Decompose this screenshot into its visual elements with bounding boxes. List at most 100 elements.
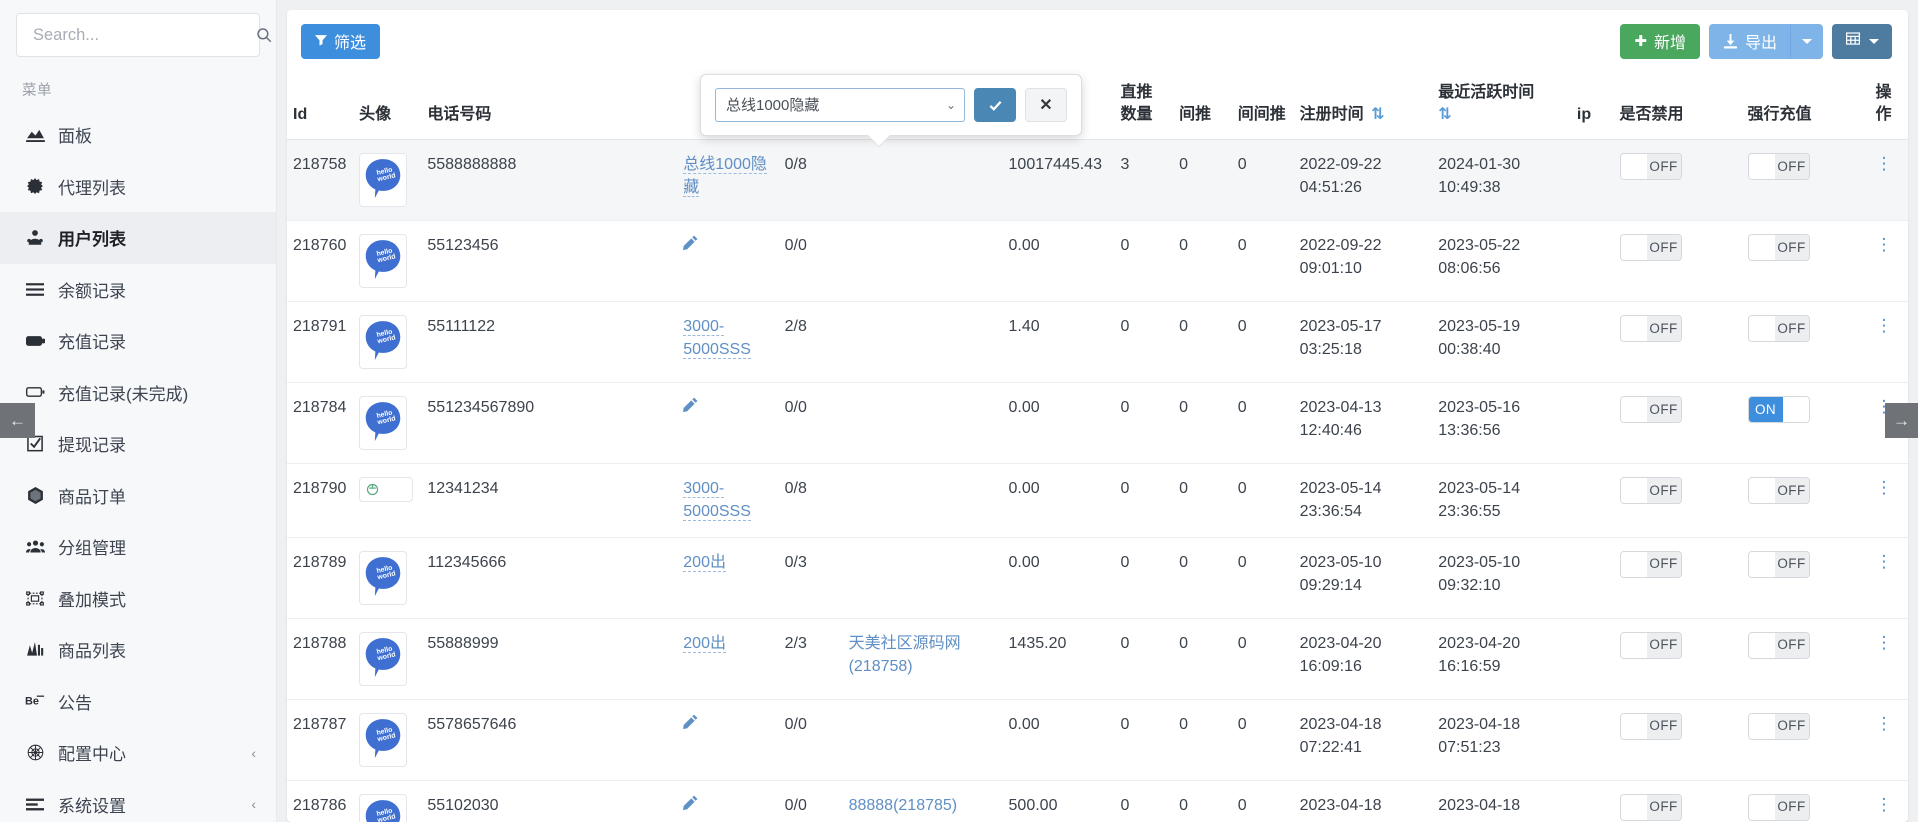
force-recharge-toggle[interactable]: ON bbox=[1747, 396, 1810, 424]
cell-actions[interactable]: ⋮ bbox=[1869, 301, 1908, 384]
cell-parent[interactable] bbox=[842, 463, 1003, 538]
table-row[interactable]: 218790 12341234 3000-5000SSS 0/8 0.00 0 0 0 2023… bbox=[287, 463, 1908, 538]
sidebar-item-11[interactable]: Be 公告 bbox=[0, 676, 276, 728]
ban-toggle[interactable]: OFF bbox=[1619, 712, 1682, 740]
col-id[interactable]: Id bbox=[287, 72, 354, 141]
tag-link[interactable]: 200出 bbox=[683, 553, 726, 572]
filter-button[interactable]: 筛选 bbox=[301, 23, 381, 59]
search-box[interactable] bbox=[16, 13, 272, 57]
sidebar-item-2[interactable]: 用户列表 bbox=[0, 212, 276, 264]
col-active-time[interactable]: 最近活跃时间 ⇅ bbox=[1432, 72, 1571, 141]
sidebar-item-0[interactable]: 面板 bbox=[0, 109, 276, 161]
row-menu-icon[interactable]: ⋮ bbox=[1875, 235, 1892, 254]
col-phone[interactable]: 电话号码 bbox=[421, 72, 560, 141]
ban-toggle[interactable]: OFF bbox=[1619, 631, 1682, 659]
cell-parent[interactable]: 天美社区源码网(218758) bbox=[842, 618, 1003, 700]
cell-parent[interactable] bbox=[842, 301, 1003, 384]
table-row[interactable]: 218786 hello world 55102030 0/0 88888(218785)… bbox=[287, 780, 1908, 822]
panel-expand-button[interactable]: → bbox=[1885, 403, 1918, 438]
add-new-button[interactable]: ✚ 新增 bbox=[1620, 23, 1700, 59]
ban-toggle[interactable]: OFF bbox=[1619, 793, 1682, 821]
sidebar-item-13[interactable]: 系统设置 ‹ bbox=[0, 779, 276, 822]
row-menu-icon[interactable]: ⋮ bbox=[1875, 478, 1892, 497]
row-menu-icon[interactable]: ⋮ bbox=[1875, 154, 1892, 173]
cell-parent[interactable] bbox=[842, 537, 1003, 619]
col-indirect[interactable]: 间推 bbox=[1173, 72, 1232, 141]
sidebar-item-4[interactable]: 充值记录 bbox=[0, 315, 276, 367]
tag-link[interactable]: 总线1000隐藏 bbox=[683, 156, 767, 198]
sidebar-collapse-button[interactable]: ← bbox=[0, 403, 35, 438]
tag-select[interactable]: 总线1000隐藏3000-5000SSS200出 bbox=[715, 88, 965, 122]
export-dropdown-button[interactable] bbox=[1791, 23, 1823, 59]
tag-link[interactable]: 3000-5000SSS bbox=[683, 480, 751, 522]
tag-link[interactable]: 3000-5000SSS bbox=[683, 318, 751, 360]
column-settings-button[interactable] bbox=[1832, 23, 1892, 59]
sidebar-item-1[interactable]: 代理列表 bbox=[0, 161, 276, 213]
ban-toggle[interactable]: OFF bbox=[1619, 153, 1682, 181]
cell-parent[interactable] bbox=[842, 699, 1003, 781]
force-recharge-toggle[interactable]: OFF bbox=[1747, 631, 1810, 659]
table-row[interactable]: 218789 hello world 112345666 200出 0/3 0.00 0 0 0 2… bbox=[287, 537, 1908, 619]
edit-tag-icon[interactable] bbox=[683, 713, 698, 736]
sort-icon[interactable]: ⇅ bbox=[1371, 106, 1384, 123]
force-recharge-toggle[interactable]: OFF bbox=[1747, 712, 1810, 740]
table-scroll-area[interactable]: Id 头像 电话号码 Blance 直推数量 间推 间间推 bbox=[287, 72, 1908, 822]
cell-actions[interactable]: ⋮ bbox=[1869, 699, 1908, 781]
cell-actions[interactable]: ⋮ bbox=[1869, 537, 1908, 619]
force-recharge-toggle[interactable]: OFF bbox=[1747, 315, 1810, 343]
row-menu-icon[interactable]: ⋮ bbox=[1875, 633, 1892, 652]
row-menu-icon[interactable]: ⋮ bbox=[1875, 552, 1892, 571]
sidebar-item-5[interactable]: 充值记录(未完成) bbox=[0, 367, 276, 419]
cell-actions[interactable]: ⋮ bbox=[1869, 780, 1908, 822]
table-row[interactable]: 218758 hello world 5588888888 总线1000隐藏 0/8 100… bbox=[287, 139, 1908, 222]
table-row[interactable]: 218791 hello world 55111122 3000-5000SSS 2/8 1… bbox=[287, 301, 1908, 384]
row-menu-icon[interactable]: ⋮ bbox=[1875, 316, 1892, 335]
table-row[interactable]: 218788 hello world 55888999 200出 2/3 天美社区源码网(2… bbox=[287, 618, 1908, 700]
parent-link[interactable]: 88888(218785) bbox=[849, 797, 958, 814]
ban-toggle[interactable]: OFF bbox=[1619, 234, 1682, 262]
parent-link[interactable]: 天美社区源码网(218758) bbox=[849, 635, 961, 675]
ban-toggle[interactable]: OFF bbox=[1619, 477, 1682, 505]
cancel-button[interactable]: ✕ bbox=[1025, 88, 1067, 122]
cell-parent[interactable]: 88888(218785) bbox=[842, 780, 1003, 822]
sidebar-item-10[interactable]: 商品列表 bbox=[0, 624, 276, 676]
edit-tag-icon[interactable] bbox=[683, 396, 698, 419]
cell-parent[interactable] bbox=[842, 220, 1003, 303]
cell-actions[interactable]: ⋮ bbox=[1869, 463, 1908, 538]
col-ban[interactable]: 是否禁用 bbox=[1613, 72, 1742, 141]
col-indirect2[interactable]: 间间推 bbox=[1231, 72, 1294, 141]
sidebar-item-3[interactable]: 余额记录 bbox=[0, 264, 276, 316]
cell-actions[interactable]: ⋮ bbox=[1869, 618, 1908, 700]
row-menu-icon[interactable]: ⋮ bbox=[1875, 714, 1892, 733]
edit-tag-icon[interactable] bbox=[683, 794, 698, 817]
search-input[interactable] bbox=[31, 24, 255, 46]
sidebar-item-8[interactable]: 分组管理 bbox=[0, 521, 276, 573]
sort-icon[interactable]: ⇅ bbox=[1438, 106, 1451, 123]
table-row[interactable]: 218784 hello world 551234567890 0/0 0.00 0 0 0 20… bbox=[287, 382, 1908, 465]
tag-link[interactable]: 200出 bbox=[683, 634, 726, 653]
force-recharge-toggle[interactable]: OFF bbox=[1747, 234, 1810, 262]
force-recharge-toggle[interactable]: OFF bbox=[1747, 793, 1810, 821]
sidebar-item-12[interactable]: 配置中心 ‹ bbox=[0, 727, 276, 779]
col-ip[interactable]: ip bbox=[1570, 72, 1614, 141]
edit-tag-icon[interactable] bbox=[683, 234, 698, 257]
sidebar-item-7[interactable]: 商品订单 bbox=[0, 470, 276, 522]
chevron-left-icon[interactable]: ‹ bbox=[251, 746, 256, 760]
col-avatar[interactable]: 头像 bbox=[353, 72, 422, 141]
ban-toggle[interactable]: OFF bbox=[1619, 315, 1682, 343]
row-menu-icon[interactable]: ⋮ bbox=[1875, 795, 1892, 814]
cell-actions[interactable]: ⋮ bbox=[1869, 139, 1908, 222]
col-register-time[interactable]: 注册时间 ⇅ bbox=[1293, 72, 1433, 141]
table-row[interactable]: 218760 hello world 55123456 0/0 0.00 0 0 0 2022-0… bbox=[287, 220, 1908, 303]
col-force-recharge[interactable]: 强行充值 bbox=[1741, 72, 1870, 141]
cell-actions[interactable]: ⋮ bbox=[1869, 220, 1908, 303]
ban-toggle[interactable]: OFF bbox=[1619, 550, 1682, 578]
sidebar-item-9[interactable]: 叠加模式 bbox=[0, 573, 276, 625]
col-direct-count[interactable]: 直推数量 bbox=[1114, 72, 1174, 141]
export-button[interactable]: 导出 bbox=[1708, 23, 1791, 59]
force-recharge-toggle[interactable]: OFF bbox=[1747, 477, 1810, 505]
cell-parent[interactable] bbox=[842, 382, 1003, 465]
force-recharge-toggle[interactable]: OFF bbox=[1747, 153, 1810, 181]
ban-toggle[interactable]: OFF bbox=[1619, 396, 1682, 424]
confirm-button[interactable] bbox=[974, 88, 1016, 122]
